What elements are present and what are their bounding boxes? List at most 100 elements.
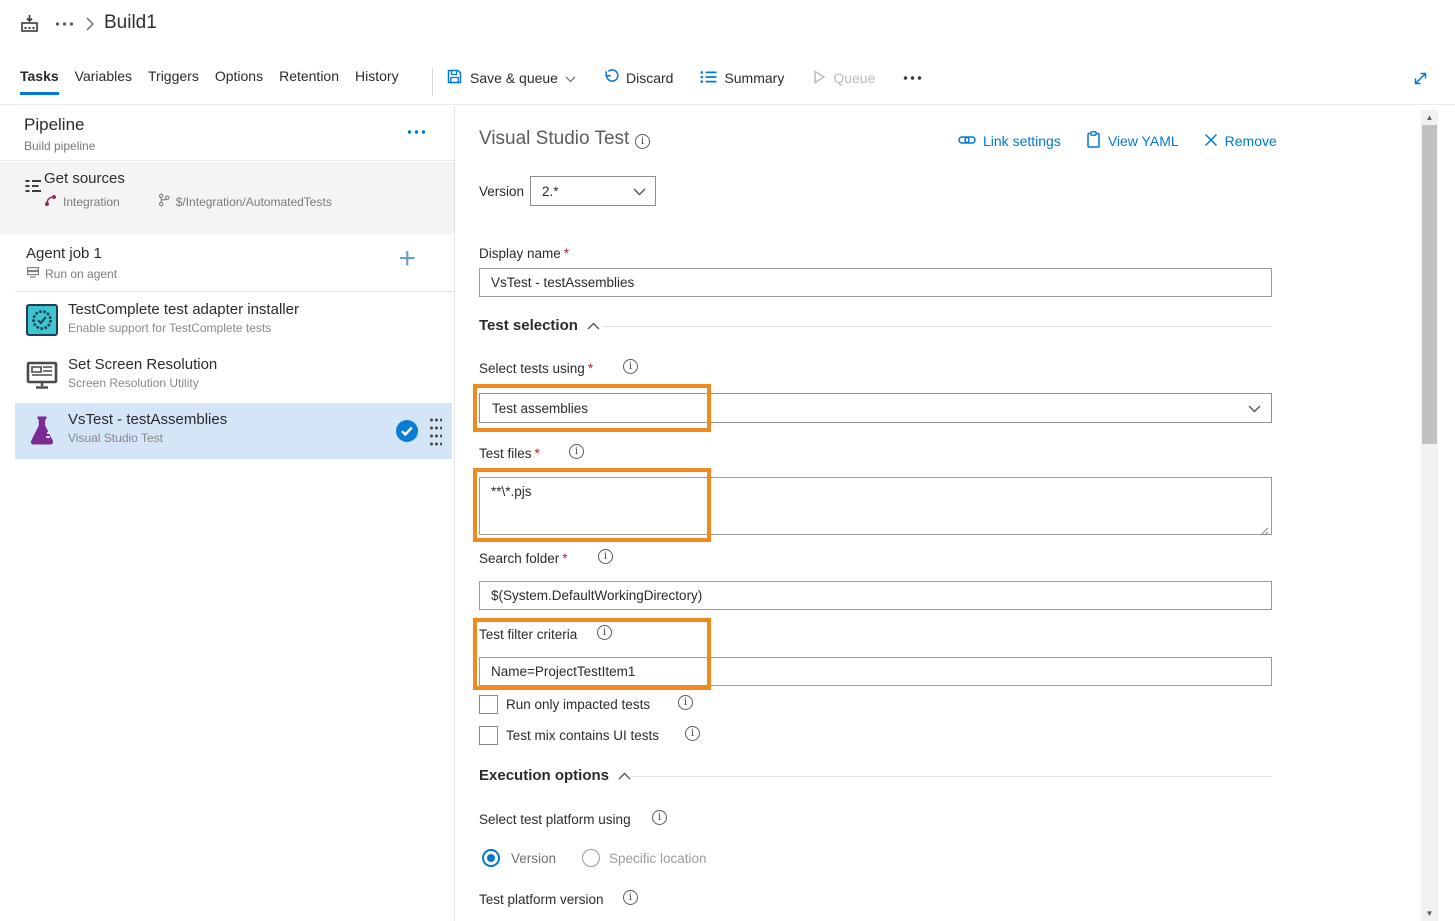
tabs: Tasks Variables Triggers Options Retenti… (20, 68, 399, 97)
display-name-input[interactable] (479, 268, 1272, 297)
undo-icon (603, 69, 619, 88)
test-files-label: Test files* (479, 446, 540, 461)
info-icon[interactable] (635, 134, 650, 149)
pipeline-header[interactable]: Pipeline Build pipeline (0, 106, 454, 161)
info-icon[interactable] (623, 890, 638, 905)
specific-location-radio[interactable] (582, 849, 600, 867)
agent-job-header[interactable]: Agent job 1 Run on agent + (15, 234, 454, 292)
repo-name: Integration (63, 195, 120, 209)
page-title: Build1 (104, 12, 157, 34)
info-icon[interactable] (678, 695, 693, 710)
select-tests-using-dropdown[interactable]: Test assemblies (479, 393, 1272, 423)
task-subtitle: Enable support for TestComplete tests (68, 321, 271, 335)
pipeline-subtitle: Build pipeline (24, 139, 95, 153)
tfvc-repo-icon (44, 194, 57, 210)
tab-retention[interactable]: Retention (279, 68, 339, 97)
discard-button[interactable]: Discard (603, 69, 673, 88)
test-filter-criteria-label: Test filter criteria (479, 627, 577, 642)
breadcrumb-more-icon[interactable] (54, 22, 73, 26)
test-selection-header[interactable]: Test selection (479, 317, 600, 334)
drag-handle[interactable] (429, 416, 442, 447)
test-files-textarea[interactable]: **\*.pjs (479, 477, 1272, 535)
tab-variables[interactable]: Variables (75, 68, 132, 97)
info-icon[interactable] (597, 625, 612, 640)
info-icon[interactable] (652, 810, 667, 825)
screen-resolution-icon (26, 359, 58, 391)
link-icon (958, 132, 976, 151)
task-title: TestComplete test adapter installer (68, 301, 299, 318)
test-platform-version-label: Test platform version (479, 892, 604, 907)
panel-actions: Link settings View YAML Remove (958, 131, 1277, 151)
vertical-scrollbar[interactable]: ▲ ▼ (1421, 110, 1438, 921)
test-mix-ui-tests-checkbox[interactable] (479, 726, 498, 745)
task-subtitle: Visual Studio Test (68, 431, 163, 445)
chevron-down-icon (1248, 405, 1261, 413)
scroll-down-icon[interactable]: ▼ (1421, 909, 1438, 918)
version-select[interactable]: 2.* (530, 176, 656, 206)
pipeline-sidebar: Pipeline Build pipeline Get sources Inte… (0, 106, 455, 921)
selected-check-icon (395, 419, 419, 448)
chevron-up-icon (618, 772, 631, 780)
checkbox-label: Test mix contains UI tests (506, 728, 659, 743)
tab-tasks[interactable]: Tasks (20, 68, 59, 97)
section-divider (602, 326, 1272, 327)
info-icon[interactable] (685, 726, 700, 741)
get-sources-title: Get sources (44, 170, 125, 187)
source-path: $/Integration/AutomatedTests (176, 195, 332, 209)
link-settings-button[interactable]: Link settings (958, 131, 1061, 151)
queue-button[interactable]: Queue (811, 69, 875, 88)
tab-history[interactable]: History (355, 68, 399, 97)
add-task-button[interactable]: + (398, 244, 416, 274)
get-sources-item[interactable]: Get sources Integration $/Integration/Au… (0, 162, 454, 234)
more-actions-icon[interactable] (902, 76, 924, 80)
info-icon[interactable] (598, 549, 613, 564)
list-icon (700, 70, 717, 87)
vstest-flask-icon (26, 414, 58, 446)
search-folder-input[interactable] (479, 581, 1272, 610)
task-settings-panel: Visual Studio Test Link settings View YA… (456, 106, 1419, 921)
summary-button[interactable]: Summary (700, 70, 784, 87)
tab-triggers[interactable]: Triggers (148, 68, 199, 97)
breadcrumb-chevron-icon (84, 16, 95, 37)
pipeline-title: Pipeline (24, 115, 85, 135)
version-label: Version (479, 184, 524, 199)
run-only-impacted-tests-checkbox[interactable] (479, 695, 498, 714)
task-row-testcomplete[interactable]: TestComplete test adapter installer Enab… (15, 293, 452, 347)
agent-job-subtitle: Run on agent (45, 267, 117, 281)
remove-task-button[interactable]: Remove (1204, 131, 1277, 151)
tab-options[interactable]: Options (215, 68, 263, 97)
play-icon (811, 69, 826, 88)
panel-title: Visual Studio Test (479, 128, 629, 150)
select-test-platform-label: Select test platform using (479, 812, 631, 827)
version-radio[interactable] (482, 849, 500, 867)
checkbox-label: Run only impacted tests (506, 697, 650, 712)
scroll-up-icon[interactable]: ▲ (1421, 113, 1438, 122)
execution-options-header[interactable]: Execution options (479, 767, 631, 784)
pipeline-more-icon[interactable] (406, 130, 425, 134)
task-title: Set Screen Resolution (68, 356, 217, 373)
view-yaml-button[interactable]: View YAML (1086, 131, 1179, 151)
toolbar: Save & queue Discard Summary Queue (446, 68, 924, 88)
save-and-queue-button[interactable]: Save & queue (446, 68, 576, 88)
build-definition-icon (20, 14, 39, 38)
display-name-label: Display name* (479, 246, 569, 261)
task-subtitle: Screen Resolution Utility (68, 376, 199, 390)
toolbar-divider (432, 68, 433, 96)
agent-icon (27, 267, 39, 281)
info-icon[interactable] (623, 359, 638, 374)
radio-label[interactable]: Specific location (609, 851, 707, 866)
test-filter-criteria-input[interactable] (479, 657, 1272, 686)
info-icon[interactable] (569, 444, 584, 459)
task-row-screen-resolution[interactable]: Set Screen Resolution Screen Resolution … (15, 348, 452, 402)
top-header: Build1 (0, 0, 1455, 50)
tab-bar: Tasks Variables Triggers Options Retenti… (0, 50, 1455, 105)
agent-job-title: Agent job 1 (26, 245, 102, 262)
chevron-down-icon (633, 188, 646, 196)
chevron-down-icon (565, 70, 576, 86)
select-tests-using-label: Select tests using* (479, 361, 593, 376)
expand-panel-icon[interactable] (1412, 70, 1429, 92)
scrollbar-thumb[interactable] (1422, 125, 1437, 444)
clipboard-icon (1086, 131, 1101, 151)
radio-label[interactable]: Version (511, 851, 556, 866)
task-row-vstest-selected[interactable]: VsTest - testAssemblies Visual Studio Te… (15, 403, 452, 459)
